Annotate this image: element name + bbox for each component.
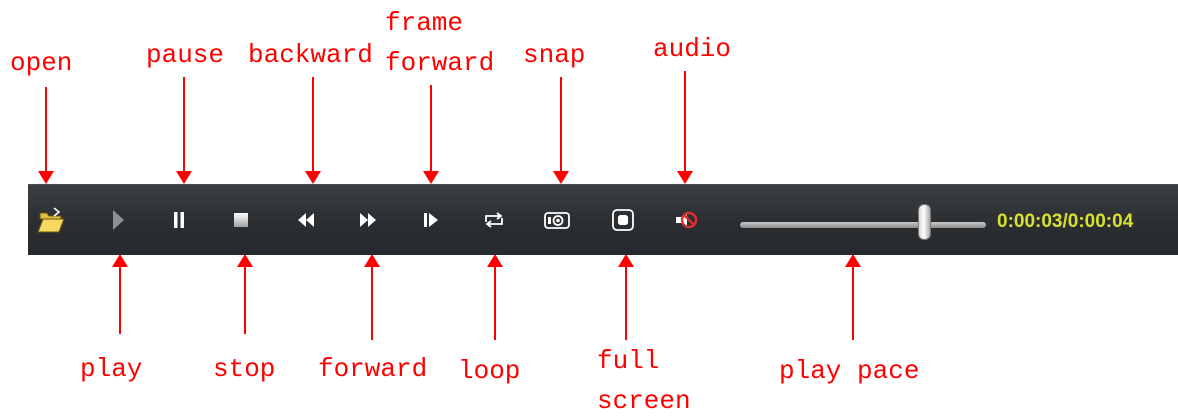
play-icon	[113, 210, 124, 230]
player-toolbar: 0:00:03/0:00:04	[28, 184, 1178, 255]
arrow-audio	[677, 71, 693, 184]
fast-forward-icon	[360, 213, 376, 227]
arrow-stop	[237, 254, 253, 334]
play-pace-slider[interactable]	[740, 222, 986, 228]
label-play-pace: play pace	[779, 356, 920, 386]
label-pause: pause	[146, 40, 225, 70]
folder-open-icon	[37, 207, 65, 233]
arrow-play-pace	[845, 254, 861, 340]
arrow-play	[112, 254, 128, 334]
arrow-open	[38, 87, 54, 184]
arrow-backward	[305, 77, 321, 184]
label-forward: forward	[318, 354, 428, 384]
label-loop: loop	[458, 356, 521, 386]
full-screen-button[interactable]	[608, 203, 638, 237]
arrow-pause	[176, 77, 192, 184]
arrow-forward	[364, 254, 380, 340]
camera-icon	[544, 212, 570, 229]
label-frame-forward-line1: frame	[385, 8, 464, 38]
arrow-full-screen	[618, 254, 634, 340]
time-display: 0:00:03/0:00:04	[997, 211, 1134, 232]
audio-button[interactable]	[671, 203, 701, 237]
rewind-icon	[298, 213, 314, 227]
label-audio: audio	[653, 34, 732, 64]
label-full-screen-line2: screen	[597, 386, 691, 416]
label-snap: snap	[523, 40, 586, 70]
loop-button[interactable]	[479, 203, 509, 237]
pause-button[interactable]	[164, 203, 194, 237]
label-open: open	[10, 48, 73, 78]
frame-step-icon	[424, 213, 438, 227]
label-frame-forward-line2: forward	[385, 48, 495, 78]
frame-forward-button[interactable]	[416, 203, 446, 237]
arrow-loop	[487, 254, 503, 340]
label-full-screen-line1: full	[597, 346, 660, 376]
arrow-snap	[553, 77, 569, 184]
label-stop: stop	[213, 354, 276, 384]
open-button[interactable]	[36, 203, 66, 237]
label-play: play	[80, 354, 143, 384]
fullscreen-icon	[612, 209, 634, 231]
stop-icon	[234, 213, 248, 227]
pause-icon	[174, 212, 184, 228]
stop-button[interactable]	[226, 203, 256, 237]
forward-button[interactable]	[353, 203, 383, 237]
play-button[interactable]	[103, 203, 133, 237]
label-backward: backward	[248, 40, 373, 70]
play-pace-slider-thumb[interactable]	[918, 204, 931, 240]
arrow-frame-forward	[423, 85, 439, 184]
loop-icon	[485, 212, 503, 228]
mute-speaker-icon	[676, 211, 698, 229]
backward-button[interactable]	[291, 203, 321, 237]
snap-button[interactable]	[542, 203, 572, 237]
